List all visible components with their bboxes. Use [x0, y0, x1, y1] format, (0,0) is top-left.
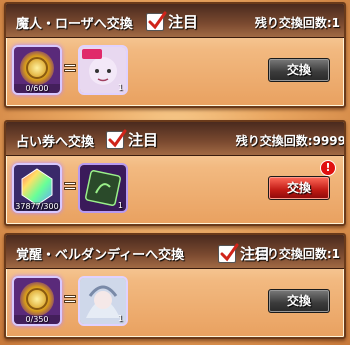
source-item-crystal[interactable]: 37877/300 [12, 163, 62, 213]
source-item-medal[interactable]: 0/350 [12, 276, 62, 326]
panel-title: 覚醒・ベルダンディーへ交換 [16, 248, 185, 263]
attention-toggle[interactable]: 注目 [146, 11, 198, 32]
equals-icon [64, 182, 76, 194]
exchange-panel-fortune-ticket: 占い券へ交換 注目 残り交換回数:9999 37877/300 1 交換 ! [4, 120, 346, 226]
dest-qty: 1 [117, 83, 123, 92]
panel-title: 魔人・ローザへ交換 [16, 17, 133, 32]
check-icon [148, 11, 167, 29]
source-count: 0/350 [14, 315, 60, 324]
attention-label: 注目 [168, 13, 199, 31]
attention-checkbox[interactable] [218, 243, 239, 263]
exchange-button[interactable]: 交換 [268, 58, 330, 82]
attention-checkbox[interactable] [146, 11, 167, 31]
exchange-panel-belldandy: 覚醒・ベルダンディーへ交換 残り交換回数:1 注目 0/350 1 交換 [4, 233, 346, 339]
dest-qty: 1 [117, 201, 123, 210]
attention-toggle[interactable]: 注目 [106, 129, 158, 150]
check-icon [220, 243, 239, 261]
dest-item-character[interactable]: 1 [78, 276, 128, 326]
dest-item-character[interactable]: 1 [78, 45, 128, 95]
exchange-button[interactable]: 交換 [268, 289, 330, 313]
remaining-count: 残り交換回数:9999 [235, 134, 346, 148]
exchange-panel-rosa: 魔人・ローザへ交換 注目 残り交換回数:1 0/600 1 交換 [4, 2, 346, 108]
attention-toggle[interactable]: 注目 [218, 243, 270, 264]
remaining-count: 残り交換回数:1 [254, 16, 340, 30]
attention-label: 注目 [240, 245, 271, 263]
exchange-button[interactable]: 交換 [268, 176, 330, 200]
equals-icon [64, 64, 76, 76]
check-icon [108, 129, 127, 147]
panel-title: 占い券へ交換 [16, 135, 95, 150]
dest-item-fortune-ticket[interactable]: 1 [78, 163, 128, 213]
source-count: 0/600 [14, 84, 60, 93]
dest-qty: 1 [117, 314, 123, 323]
source-item-medal[interactable]: 0/600 [12, 45, 62, 95]
panel-title-bar: 覚醒・ベルダンディーへ交換 残り交換回数:1 [6, 235, 344, 269]
alert-icon: ! [320, 160, 336, 176]
panel-title-bar: 魔人・ローザへ交換 注目 残り交換回数:1 [6, 4, 344, 38]
source-count: 37877/300 [14, 202, 60, 211]
attention-label: 注目 [128, 131, 159, 149]
panel-title-bar: 占い券へ交換 注目 残り交換回数:9999 [6, 122, 344, 156]
attention-checkbox[interactable] [106, 129, 127, 149]
equals-icon [64, 295, 76, 307]
